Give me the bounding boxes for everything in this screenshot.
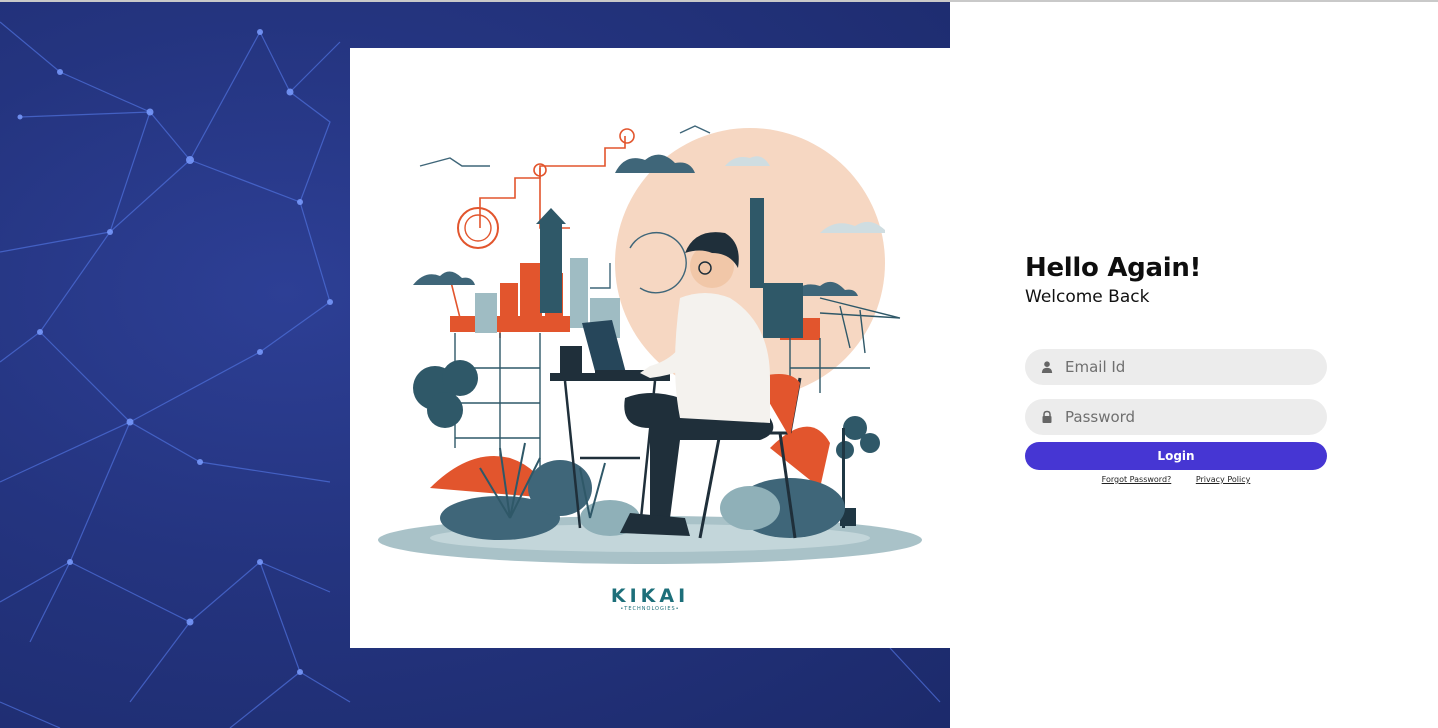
login-button[interactable]: Login: [1025, 442, 1327, 470]
logo-wordmark: KIKAI: [610, 585, 690, 607]
privacy-policy-link[interactable]: Privacy Policy: [1196, 475, 1251, 484]
email-field[interactable]: [1025, 349, 1327, 385]
footer-links: Forgot Password? Privacy Policy: [1025, 474, 1327, 486]
login-subtitle: Welcome Back: [1025, 287, 1150, 307]
illustration-card: KIKAI •TECHNOLOGIES•: [350, 48, 950, 648]
user-icon: [1041, 361, 1053, 373]
logo-tagline: •TECHNOLOGIES•: [620, 606, 680, 612]
company-logo: KIKAI •TECHNOLOGIES•: [600, 586, 700, 613]
forgot-password-link[interactable]: Forgot Password?: [1102, 475, 1172, 484]
password-field[interactable]: [1025, 399, 1327, 435]
developer-illustration: [378, 125, 922, 564]
network-background: KIKAI •TECHNOLOGIES•: [0, 2, 950, 728]
login-page: KIKAI •TECHNOLOGIES• Hello Again! Welcom…: [0, 0, 1438, 728]
password-input[interactable]: [1065, 399, 1315, 435]
lock-icon: [1042, 410, 1052, 423]
email-input[interactable]: [1065, 349, 1315, 385]
login-title: Hello Again!: [1025, 253, 1202, 283]
login-form: Hello Again! Welcome Back Login Forgot P…: [1025, 250, 1327, 484]
